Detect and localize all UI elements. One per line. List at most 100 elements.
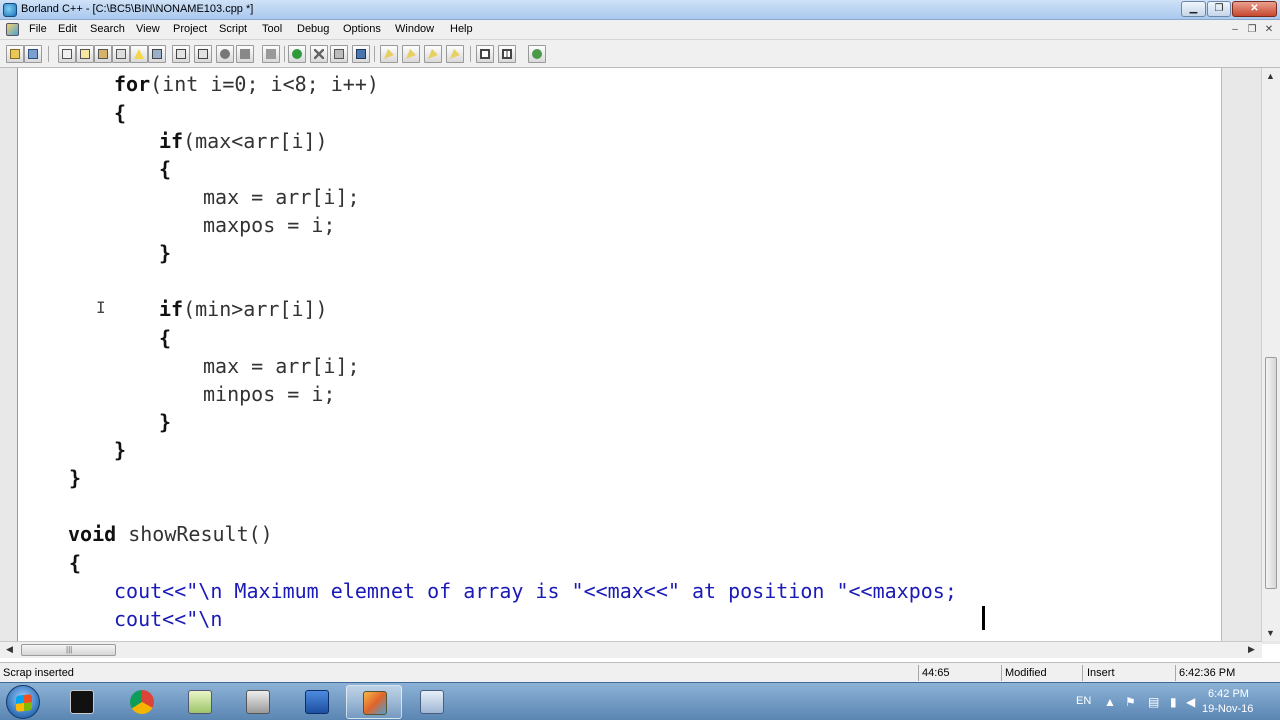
code-line: } (69, 466, 82, 490)
code-line: cout<<"\n (114, 607, 223, 631)
code-line: void showResult() (68, 522, 273, 546)
document-icon[interactable] (6, 23, 19, 36)
horizontal-scroll-thumb[interactable]: ||| (21, 644, 116, 656)
scroll-down-arrow-icon[interactable]: ▼ (1266, 628, 1275, 638)
taskbar: EN ▲ ⚑ ▤ ▮ ◀ 6:42 PM 19-Nov-16 (0, 682, 1280, 720)
code-line: max = arr[i]; (203, 354, 360, 378)
menu-file[interactable]: File (27, 23, 49, 35)
trace-icon[interactable] (236, 45, 254, 63)
taskbar-notepad[interactable] (172, 685, 228, 719)
window-title: Borland C++ - [C:\BC5\BIN\NONAME103.cpp … (21, 3, 254, 15)
chrome-icon (130, 690, 154, 714)
code-line: } (159, 241, 172, 265)
taskbar-borland[interactable] (346, 685, 402, 719)
toolbar-separator (470, 46, 471, 62)
menu-window[interactable]: Window (393, 23, 436, 35)
taskbar-word[interactable] (289, 685, 345, 719)
volume-icon[interactable]: ◀ (1186, 695, 1195, 709)
cursor-position: 44:65 (922, 667, 950, 679)
menu-options[interactable]: Options (341, 23, 383, 35)
cut-icon[interactable] (58, 45, 76, 63)
grip-icon: ||| (66, 645, 73, 654)
toolbar (0, 40, 1280, 68)
menu-tool[interactable]: Tool (260, 23, 284, 35)
doc-minimize-button[interactable]: – (1228, 24, 1242, 36)
network-icon[interactable]: ▤ (1148, 695, 1159, 709)
replace-icon[interactable] (352, 45, 370, 63)
doc-restore-button[interactable]: ❐ (1245, 24, 1259, 36)
code-editor[interactable]: for(int i=0; i<8; i++) { if(max<arr[i]) … (17, 68, 1222, 641)
menu-help[interactable]: Help (448, 23, 475, 35)
clock-time[interactable]: 6:42 PM (1208, 688, 1249, 700)
close-button[interactable]: ✕ (1232, 1, 1277, 17)
step-icon[interactable] (216, 45, 234, 63)
show-hidden-icons-arrow-icon[interactable]: ▲ (1104, 695, 1116, 709)
taskbar-cmd[interactable] (54, 685, 110, 719)
taskbar-calculator[interactable] (404, 685, 460, 719)
menu-edit[interactable]: Edit (56, 23, 79, 35)
menu-script[interactable]: Script (217, 23, 249, 35)
vertical-scroll-thumb[interactable] (1265, 357, 1277, 589)
open-icon[interactable] (6, 45, 24, 63)
code-line: } (159, 410, 172, 434)
window-icon[interactable] (476, 45, 494, 63)
watch-icon[interactable] (380, 45, 398, 63)
code-line: cout<<"\n Maximum elemnet of array is "<… (114, 579, 957, 603)
minimize-button[interactable]: ▁ (1181, 1, 1206, 17)
code-line: if(min>arr[i]) (159, 297, 328, 321)
taskbar-printer[interactable] (230, 685, 286, 719)
build-icon[interactable] (148, 45, 166, 63)
compile-icon[interactable] (172, 45, 190, 63)
code-line: { (69, 551, 82, 575)
code-line: { (159, 326, 172, 350)
horizontal-scrollbar[interactable]: ◀ ||| ▶ (0, 641, 1262, 658)
scroll-right-arrow-icon[interactable]: ▶ (1248, 644, 1255, 655)
printer-icon (246, 690, 270, 714)
title-bar: Borland C++ - [C:\BC5\BIN\NONAME103.cpp … (0, 0, 1280, 20)
undo-icon[interactable] (288, 45, 306, 63)
trace-into-icon[interactable] (446, 45, 464, 63)
close-icon[interactable] (310, 45, 328, 63)
insert-mode-indicator: Insert (1087, 667, 1115, 679)
language-indicator[interactable]: EN (1076, 695, 1091, 707)
breakpoint-icon[interactable] (262, 45, 280, 63)
taskbar-chrome[interactable] (114, 685, 170, 719)
doc-close-button[interactable]: ✕ (1262, 24, 1276, 36)
scroll-left-arrow-icon[interactable]: ◀ (6, 644, 13, 655)
clock-date[interactable]: 19-Nov-16 (1202, 703, 1253, 715)
text-caret (982, 606, 985, 630)
run-icon[interactable] (194, 45, 212, 63)
borland-icon (363, 691, 387, 715)
start-button[interactable] (6, 685, 40, 719)
borland-window: Borland C++ - [C:\BC5\BIN\NONAME103.cpp … (0, 0, 1280, 720)
menu-search[interactable]: Search (88, 23, 127, 35)
action-center-flag-icon[interactable]: ⚑ (1125, 695, 1136, 709)
vertical-scrollbar[interactable]: ▲ ▼ (1261, 68, 1280, 641)
status-divider (1175, 665, 1176, 681)
code-line: max = arr[i]; (203, 185, 360, 209)
tile-icon[interactable] (498, 45, 516, 63)
inspect-icon[interactable] (402, 45, 420, 63)
code-line: { (159, 157, 172, 181)
maximize-button[interactable]: ❐ (1207, 1, 1231, 17)
word-icon (305, 690, 329, 714)
save-icon[interactable] (24, 45, 42, 63)
borland-app-icon[interactable] (3, 3, 17, 17)
copy-icon[interactable] (76, 45, 94, 63)
find-icon[interactable] (330, 45, 348, 63)
code-line: for(int i=0; i<8; i++) (114, 72, 379, 96)
menu-project[interactable]: Project (171, 23, 209, 35)
help-icon[interactable] (528, 45, 546, 63)
status-divider (1001, 665, 1002, 681)
paste-icon[interactable] (94, 45, 112, 63)
menu-debug[interactable]: Debug (295, 23, 331, 35)
evaluate-icon[interactable] (424, 45, 442, 63)
code-line: maxpos = i; (203, 213, 336, 237)
print-icon[interactable] (112, 45, 130, 63)
toolbar-separator (48, 46, 49, 62)
signal-bars-icon[interactable]: ▮ (1170, 695, 1177, 709)
toolbar-separator (284, 46, 285, 62)
make-icon[interactable] (130, 45, 148, 63)
scroll-up-arrow-icon[interactable]: ▲ (1266, 71, 1275, 81)
menu-view[interactable]: View (134, 23, 162, 35)
